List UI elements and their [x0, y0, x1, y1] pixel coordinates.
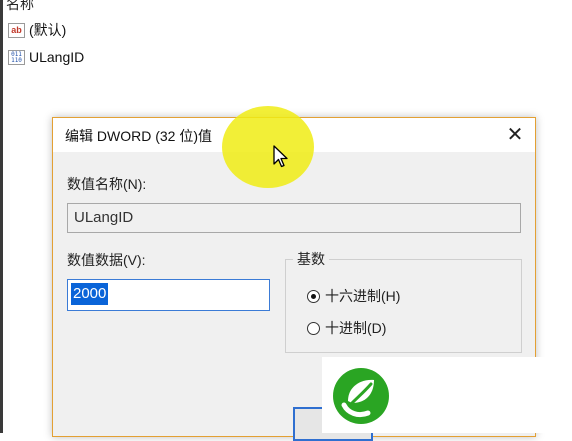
string-value-icon: ab	[8, 22, 25, 38]
base-group-title: 基数	[293, 249, 329, 269]
radio-selected-icon	[307, 289, 320, 303]
list-item-ulangid[interactable]: 011 110 ULangID	[8, 47, 84, 67]
list-item-label: ULangID	[29, 49, 85, 65]
radio-unselected-icon	[307, 321, 320, 335]
value-data-label: 数值数据(V):	[67, 252, 146, 268]
radio-label: 十六进制(H)	[325, 288, 401, 304]
list-item-default[interactable]: ab (默认)	[8, 20, 66, 40]
list-item-label: (默认)	[29, 22, 67, 38]
radio-decimal[interactable]: 十进制(D)	[307, 318, 386, 338]
mouse-pointer-icon	[273, 145, 288, 168]
cursor-highlight	[222, 106, 314, 188]
dialog-title: 编辑 DWORD (32 位)值	[65, 128, 212, 144]
value-name-label: 数值名称(N):	[67, 176, 147, 192]
column-header-name[interactable]: 名称	[6, 0, 34, 14]
value-data-input[interactable]: 2000	[67, 279, 270, 311]
window-edge	[0, 0, 3, 433]
base-groupbox	[285, 259, 522, 353]
binary-value-icon: 011 110	[8, 49, 25, 65]
value-data-text: 2000	[71, 283, 109, 305]
radio-label: 十进制(D)	[325, 320, 387, 336]
close-icon[interactable]: ✕	[503, 123, 527, 147]
value-name-field: ULangID	[67, 203, 521, 233]
radio-hexadecimal[interactable]: 十六进制(H)	[307, 286, 400, 306]
leaf-logo-icon	[333, 368, 389, 424]
